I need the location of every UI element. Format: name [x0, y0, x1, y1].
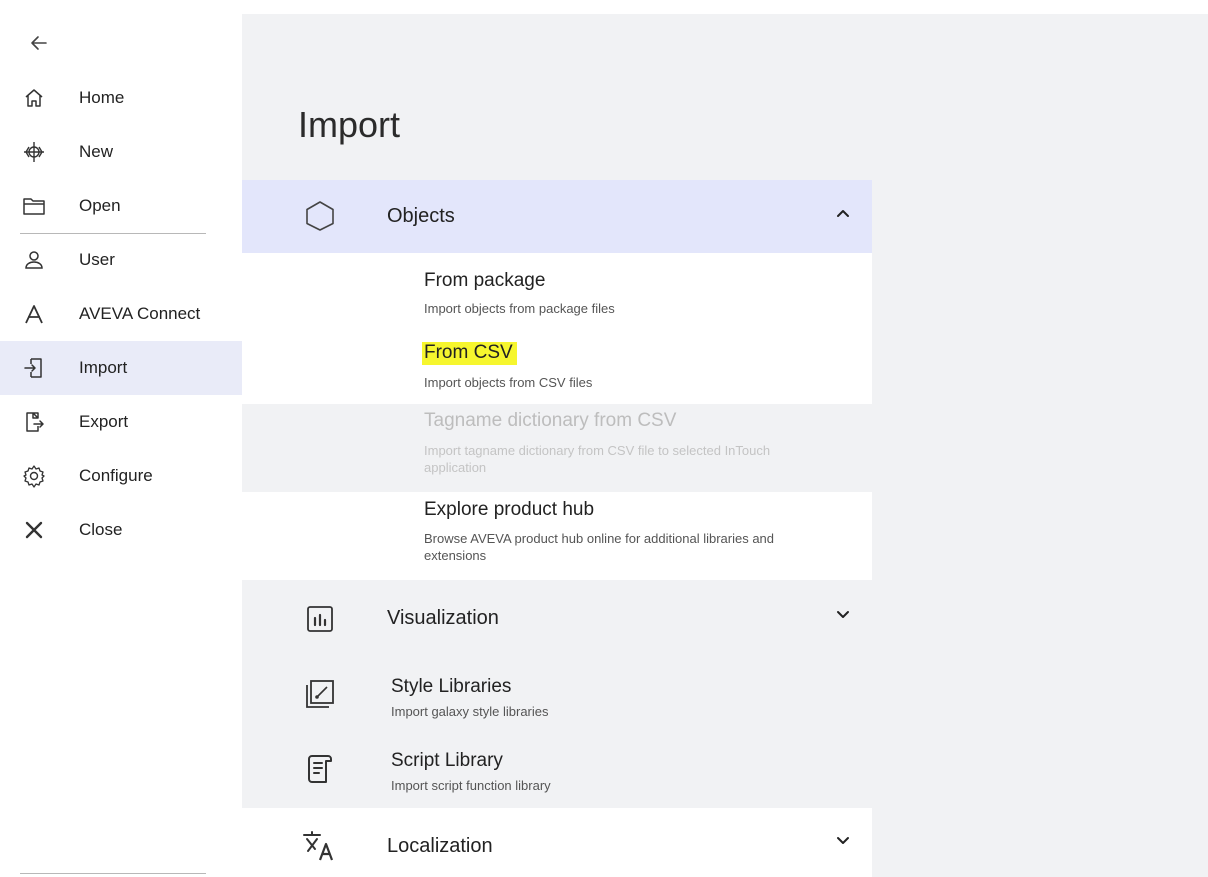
sidebar-item-label: Import: [79, 358, 128, 377]
gear-icon: [22, 464, 46, 488]
option-description: Browse AVEVA product hub online for addi…: [424, 531, 775, 563]
option-title: Script Library: [391, 750, 503, 771]
sidebar-item-label: New: [79, 142, 114, 161]
close-icon: [22, 518, 46, 542]
explore-product-hub-option[interactable]: Explore product hub Browse AVEVA product…: [242, 492, 872, 580]
sidebar-item-new[interactable]: New: [0, 125, 242, 179]
option-description: Import objects from package files: [424, 301, 615, 316]
sidebar-bottom-divider: [20, 873, 206, 874]
hexagon-icon: [302, 198, 338, 234]
option-title: Tagname dictionary from CSV: [424, 410, 677, 431]
user-icon: [22, 248, 46, 272]
chevron-up-icon[interactable]: [834, 204, 852, 222]
page-title: Import: [298, 104, 401, 145]
sidebar-item-import[interactable]: Import: [0, 341, 242, 395]
export-icon: [22, 410, 46, 434]
folder-open-icon: [22, 194, 46, 218]
highlight-mark: From CSV: [422, 342, 517, 365]
detail-pane: [872, 180, 1208, 877]
option-description: Import objects from CSV files: [424, 375, 593, 390]
main-content: Import Objects From package Import objec…: [242, 0, 1208, 877]
sidebar-item-label: Close: [79, 520, 123, 539]
import-icon: [22, 356, 46, 380]
script-library-option[interactable]: Script Library Import script function li…: [242, 732, 872, 808]
sidebar-item-label: AVEVA Connect: [79, 304, 201, 323]
sidebar-item-label: User: [79, 250, 115, 269]
script-library-icon: [302, 751, 338, 787]
localization-section-header[interactable]: Localization: [242, 808, 872, 877]
style-library-icon: [302, 676, 338, 712]
from-package-option[interactable]: From package Import objects from package…: [242, 253, 872, 330]
aveva-connect-icon: [22, 302, 46, 326]
sidebar-item-home[interactable]: Home: [0, 71, 242, 125]
option-description: Import tagname dictionary from CSV file …: [424, 443, 771, 475]
sidebar: Home New Open User AVEVA Connect Import: [0, 0, 242, 877]
sidebar-item-open[interactable]: Open: [0, 179, 242, 233]
new-icon: [22, 140, 46, 164]
translate-icon: [302, 828, 338, 864]
back-arrow-icon[interactable]: [26, 30, 52, 56]
header-band: [242, 14, 1208, 180]
visualization-section-header[interactable]: Visualization: [242, 580, 872, 656]
option-title: Explore product hub: [424, 499, 595, 520]
visualization-section-label: Visualization: [387, 607, 499, 629]
localization-section-label: Localization: [387, 835, 493, 857]
option-description: Import script function library: [391, 778, 551, 793]
style-libraries-option[interactable]: Style Libraries Import galaxy style libr…: [242, 656, 872, 732]
sidebar-item-label: Open: [79, 196, 121, 215]
sidebar-item-label: Export: [79, 412, 129, 431]
from-csv-option[interactable]: From CSV Import objects from CSV files: [242, 330, 872, 404]
chevron-down-icon[interactable]: [834, 606, 852, 624]
option-title: Style Libraries: [391, 676, 512, 697]
sidebar-item-export[interactable]: Export: [0, 395, 242, 449]
sidebar-item-label: Home: [79, 88, 125, 107]
sidebar-item-user[interactable]: User: [0, 233, 242, 287]
sidebar-item-aveva-connect[interactable]: AVEVA Connect: [0, 287, 242, 341]
chevron-down-icon[interactable]: [834, 832, 852, 850]
sidebar-item-close[interactable]: Close: [0, 503, 242, 557]
sidebar-item-configure[interactable]: Configure: [0, 449, 242, 503]
sidebar-item-label: Configure: [79, 466, 153, 485]
bar-chart-icon: [302, 601, 338, 637]
import-options-panel: Objects From package Import objects from…: [242, 180, 872, 877]
option-title: From CSV: [422, 342, 517, 365]
objects-section-label: Objects: [387, 205, 455, 227]
option-title: From package: [424, 270, 546, 291]
objects-section-header[interactable]: Objects: [242, 180, 872, 253]
option-description: Import galaxy style libraries: [391, 704, 549, 719]
tagname-dictionary-option: Tagname dictionary from CSV Import tagna…: [242, 404, 872, 492]
home-icon: [22, 86, 46, 110]
